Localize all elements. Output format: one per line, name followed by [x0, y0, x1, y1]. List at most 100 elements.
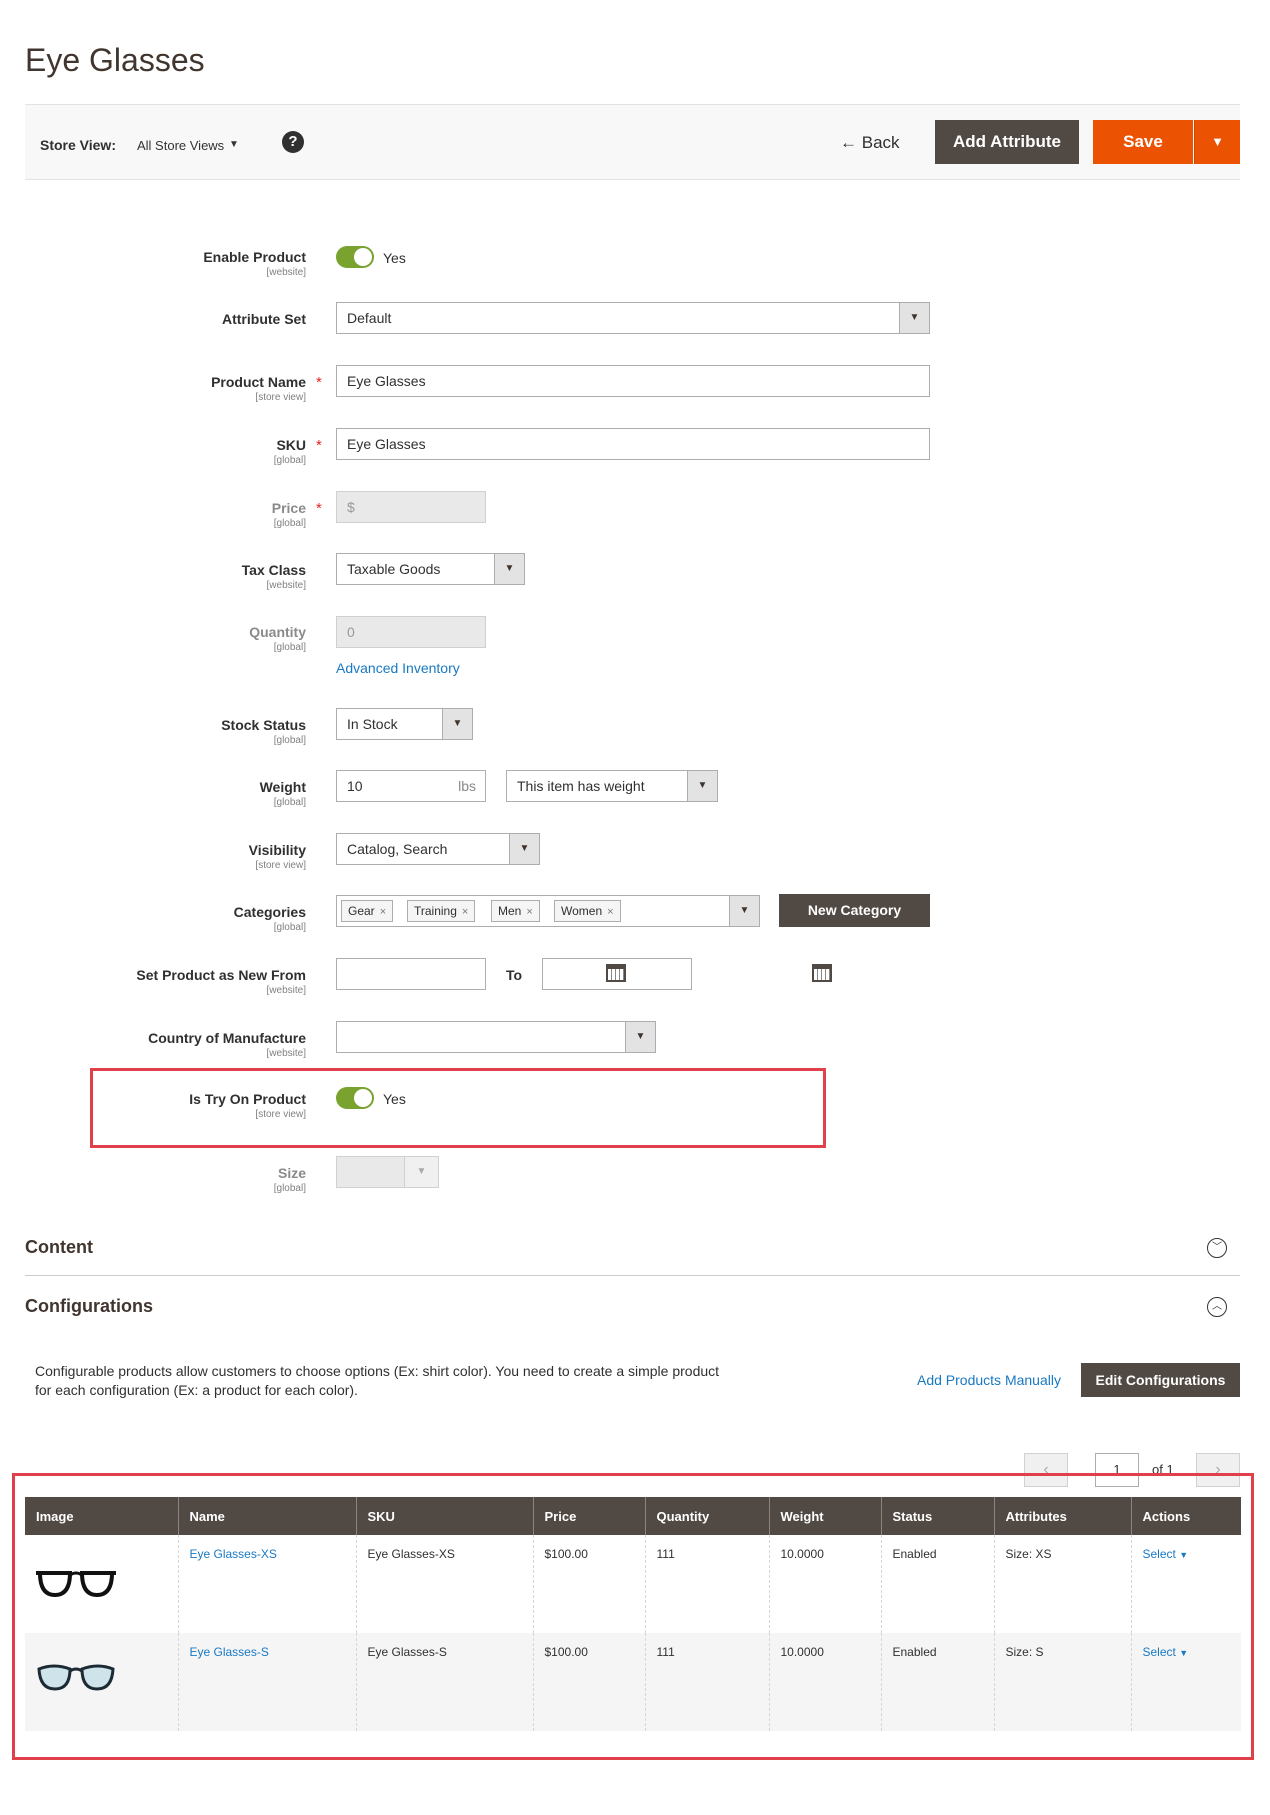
- new-from-date-input[interactable]: [336, 958, 486, 990]
- column-header[interactable]: Attributes: [993, 1497, 1131, 1535]
- column-header[interactable]: Image: [25, 1497, 178, 1535]
- remove-tag-icon[interactable]: ×: [380, 906, 386, 918]
- save-button[interactable]: Save: [1093, 120, 1193, 164]
- category-tag: Women ×: [554, 900, 621, 922]
- image-cell: [25, 1633, 178, 1731]
- expand-icon[interactable]: ﹀: [1207, 1238, 1227, 1258]
- price-input[interactable]: $: [336, 491, 486, 523]
- country-scope: [website]: [266, 1048, 306, 1059]
- column-header[interactable]: Quantity: [644, 1497, 769, 1535]
- save-options-button[interactable]: ▼: [1194, 120, 1240, 164]
- chevron-down-icon[interactable]: ▼: [729, 896, 759, 926]
- categories-multiselect[interactable]: ▼: [336, 895, 760, 927]
- weight-type-select[interactable]: This item has weight ▼: [506, 770, 718, 802]
- chevron-down-icon[interactable]: ▼: [229, 139, 239, 150]
- weight-label: Weight: [259, 779, 306, 795]
- column-header[interactable]: Status: [880, 1497, 994, 1535]
- category-tag-label: Gear: [348, 904, 375, 918]
- add-attribute-button[interactable]: Add Attribute: [935, 120, 1079, 164]
- store-view-label: Store View:: [40, 137, 116, 153]
- visibility-value: Catalog, Search: [347, 841, 448, 857]
- configurations-section-title[interactable]: Configurations: [25, 1296, 153, 1317]
- attributes-cell: Size: S: [993, 1633, 1131, 1731]
- calendar-icon[interactable]: [606, 964, 626, 982]
- enable-product-toggle[interactable]: [336, 246, 374, 268]
- new-category-button[interactable]: New Category: [779, 894, 930, 927]
- price-cell: $100.00: [532, 1633, 645, 1731]
- chevron-down-icon[interactable]: ▼: [442, 709, 472, 739]
- select-action-link[interactable]: Select ▼: [1143, 1547, 1189, 1561]
- stock-status-scope: [global]: [273, 735, 306, 746]
- column-header[interactable]: SKU: [355, 1497, 533, 1535]
- calendar-icon[interactable]: [812, 964, 832, 982]
- help-icon[interactable]: ?: [282, 131, 304, 153]
- tax-class-select[interactable]: Taxable Goods ▼: [336, 553, 525, 585]
- column-header[interactable]: Weight: [768, 1497, 881, 1535]
- weight-unit: lbs: [458, 778, 476, 794]
- size-select[interactable]: ▼: [336, 1156, 439, 1188]
- weight-cell: 10.0000: [768, 1535, 881, 1633]
- remove-tag-icon[interactable]: ×: [607, 906, 613, 918]
- price-label: Price: [271, 500, 306, 516]
- remove-tag-icon[interactable]: ×: [462, 906, 468, 918]
- chevron-down-icon[interactable]: ▼: [899, 303, 929, 333]
- product-name-link[interactable]: Eye Glasses-XS: [190, 1547, 277, 1561]
- back-button[interactable]: ← Back: [840, 133, 900, 153]
- edit-configurations-button[interactable]: Edit Configurations: [1081, 1363, 1240, 1397]
- chevron-down-icon: ▼: [1179, 1648, 1189, 1658]
- categories-scope: [global]: [273, 922, 306, 933]
- status-cell: Enabled: [880, 1535, 994, 1633]
- new-from-scope: [website]: [266, 985, 306, 996]
- column-header[interactable]: Price: [532, 1497, 645, 1535]
- enable-product-value: Yes: [383, 250, 406, 266]
- country-select[interactable]: ▼: [336, 1021, 656, 1053]
- weight-input[interactable]: 10 lbs: [336, 770, 486, 802]
- status-cell: Enabled: [880, 1633, 994, 1731]
- chevron-down-icon[interactable]: ▼: [494, 554, 524, 584]
- product-name-link[interactable]: Eye Glasses-S: [190, 1645, 269, 1659]
- size-scope: [global]: [273, 1183, 306, 1194]
- category-tag-label: Women: [561, 904, 603, 918]
- store-view-switcher[interactable]: All Store Views: [137, 138, 224, 153]
- select-action-label: Select: [1142, 1547, 1176, 1561]
- stock-status-select[interactable]: In Stock ▼: [336, 708, 473, 740]
- visibility-select[interactable]: Catalog, Search ▼: [336, 833, 540, 865]
- stock-status-value: In Stock: [347, 716, 398, 732]
- quantity-input[interactable]: 0: [336, 616, 486, 648]
- country-label: Country of Manufacture: [148, 1030, 306, 1046]
- chevron-down-icon[interactable]: ▼: [404, 1157, 438, 1187]
- try-on-scope: [store view]: [255, 1109, 306, 1120]
- content-section-title[interactable]: Content: [25, 1237, 93, 1258]
- chevron-down-icon[interactable]: ▼: [687, 771, 717, 801]
- quantity-scope: [global]: [273, 642, 306, 653]
- required-mark: *: [316, 437, 322, 454]
- sku-input[interactable]: Eye Glasses: [336, 428, 930, 460]
- glasses-image-icon[interactable]: [36, 1661, 116, 1695]
- categories-label: Categories: [233, 904, 306, 920]
- try-on-toggle[interactable]: [336, 1087, 374, 1109]
- category-tag: Gear ×: [341, 900, 394, 922]
- category-tag-label: Men: [498, 904, 522, 918]
- chevron-down-icon[interactable]: ▼: [509, 834, 539, 864]
- remove-tag-icon[interactable]: ×: [526, 906, 532, 918]
- required-mark: *: [316, 374, 322, 391]
- configurations-grid: Image Name SKU Price Quantity Weight Sta…: [25, 1497, 1241, 1731]
- attribute-set-select[interactable]: Default ▼: [336, 302, 930, 334]
- description-line: Configurable products allow customers to…: [35, 1363, 720, 1379]
- advanced-inventory-link[interactable]: Advanced Inventory: [336, 660, 460, 676]
- grid-header-row: Image Name SKU Price Quantity Weight Sta…: [25, 1497, 1241, 1535]
- weight-type-value: This item has weight: [517, 778, 645, 794]
- select-action-link[interactable]: Select ▼: [1143, 1645, 1189, 1659]
- chevron-down-icon[interactable]: ▼: [625, 1022, 655, 1052]
- product-name-input[interactable]: Eye Glasses: [336, 365, 930, 397]
- column-header[interactable]: Actions: [1130, 1497, 1241, 1535]
- collapse-icon[interactable]: ︿: [1207, 1297, 1227, 1317]
- configurations-description: Configurable products allow customers to…: [35, 1362, 795, 1400]
- add-products-manually-link[interactable]: Add Products Manually: [917, 1372, 1061, 1388]
- glasses-image-icon[interactable]: [36, 1567, 116, 1601]
- column-header[interactable]: Name: [177, 1497, 356, 1535]
- attribute-set-label: Attribute Set: [222, 311, 306, 327]
- visibility-scope: [store view]: [255, 860, 306, 871]
- tax-class-label: Tax Class: [241, 562, 306, 578]
- category-tag: Training ×: [407, 900, 476, 922]
